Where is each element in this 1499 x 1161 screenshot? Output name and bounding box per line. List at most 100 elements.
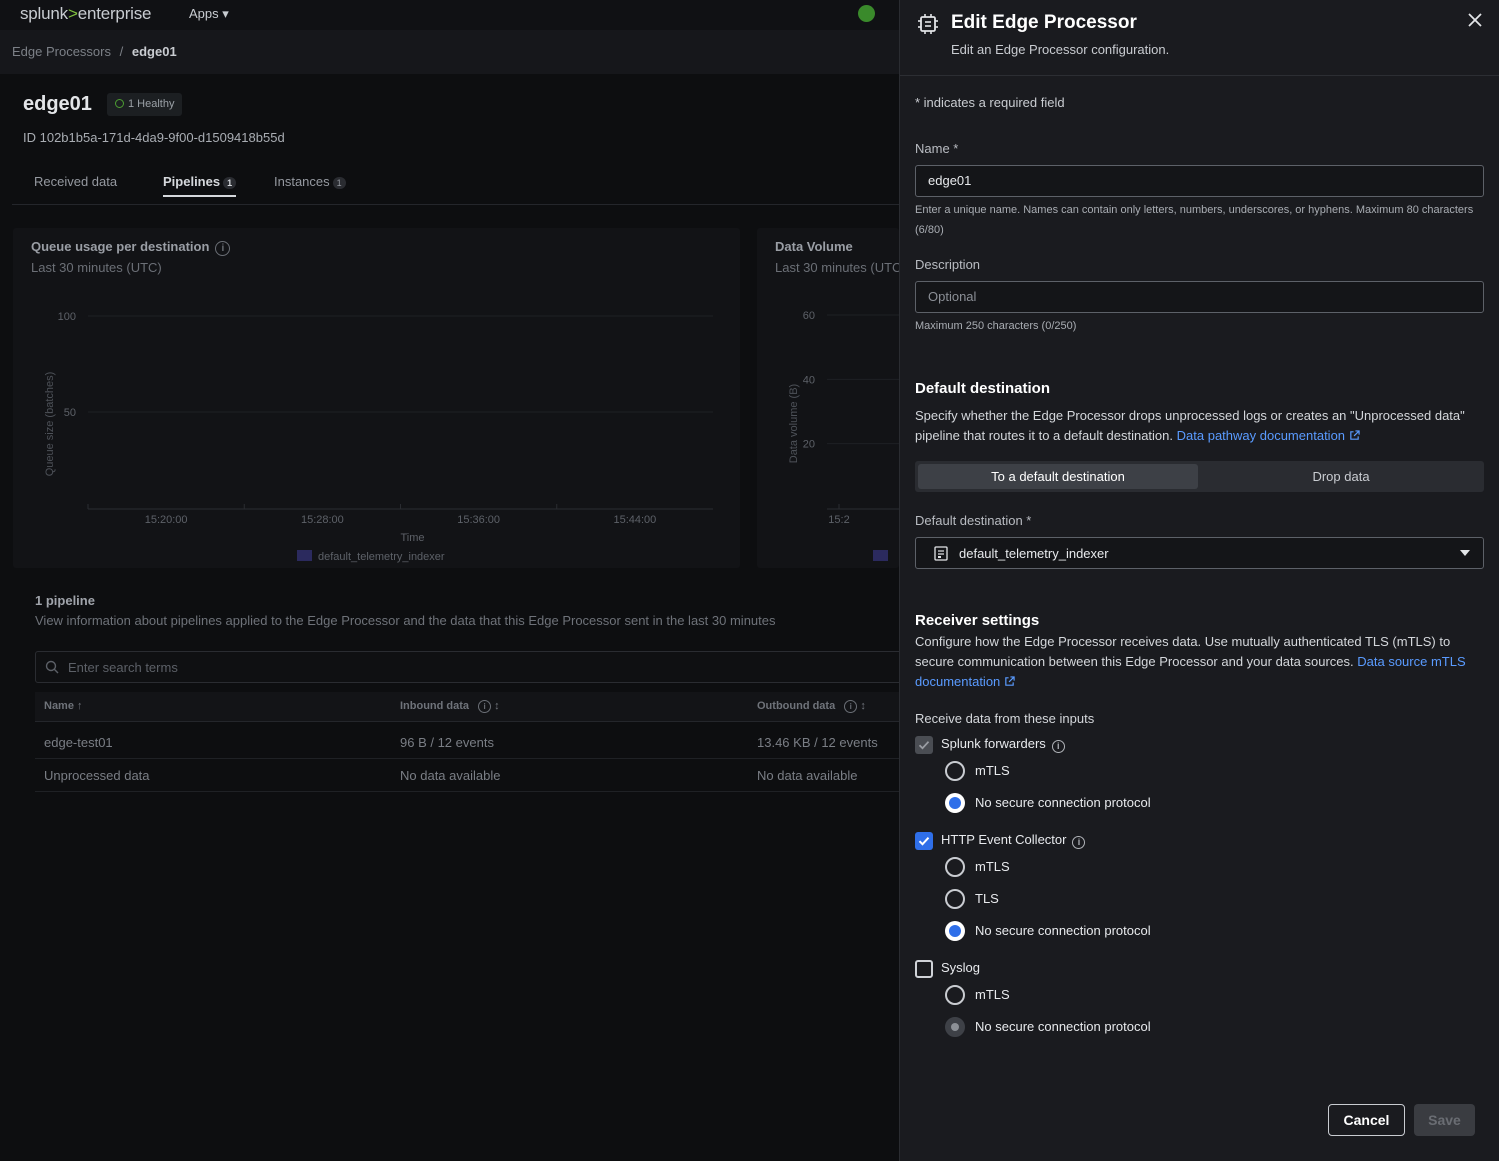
legend-swatch: [297, 550, 312, 561]
checkbox-checked: [915, 832, 933, 850]
y-tick-label: 60: [803, 310, 815, 322]
receive-inputs-label: Receive data from these inputs: [915, 711, 1095, 726]
y-tick-label: 100: [58, 311, 76, 323]
tab-pipelines[interactable]: Pipelines 1: [163, 174, 237, 197]
sort-icon[interactable]: ↕: [494, 700, 500, 712]
radio-label: No secure connection protocol: [975, 795, 1151, 810]
x-tick-label: 15:44:00: [613, 514, 656, 526]
breadcrumb: Edge Processors / edge01: [12, 44, 177, 59]
save-button[interactable]: Save: [1414, 1104, 1475, 1136]
checkbox-checked-disabled: [915, 736, 933, 754]
tab-count-badge: 1: [223, 177, 237, 189]
apps-menu[interactable]: Apps ▾: [189, 6, 229, 22]
radio-label: mTLS: [975, 987, 1010, 1002]
health-status-icon[interactable]: [858, 5, 875, 22]
x-tick-label: 15:36:00: [457, 514, 500, 526]
table-cell: 96 B / 12 events: [400, 735, 494, 750]
receiver-settings-title: Receiver settings: [915, 612, 1040, 629]
column-header-name[interactable]: Name ↑: [44, 700, 83, 712]
external-link-icon: [1005, 676, 1015, 686]
table-cell: 13.46 KB / 12 events: [757, 735, 878, 750]
info-icon[interactable]: i: [1072, 836, 1086, 849]
data-volume-panel: Data Volume Last 30 minutes (UTC) 60 40 20…: [757, 228, 906, 568]
chevron-down-icon: [1460, 550, 1470, 556]
info-icon[interactable]: i: [1051, 740, 1065, 753]
receiver-settings-description: Configure how the Edge Processor receive…: [915, 634, 1466, 689]
checkbox-unchecked: [915, 960, 933, 978]
required-field-note: * indicates a required field: [915, 95, 1065, 110]
tab-instances[interactable]: Instances 1: [274, 174, 346, 189]
check-circle-icon: [115, 99, 124, 108]
description-help-text: Maximum 250 characters (0/250): [915, 320, 1077, 332]
table-row[interactable]: edge-test01 96 B / 12 events 13.46 KB / …: [35, 726, 905, 759]
default-destination-label: Default destination *: [915, 513, 1032, 528]
external-link-icon: [1350, 430, 1360, 440]
name-field[interactable]: edge01: [915, 165, 1484, 197]
name-label: Name *: [915, 141, 959, 156]
radio-label: mTLS: [975, 859, 1010, 874]
page-title: edge01: [23, 93, 92, 115]
tab-count-badge: 1: [332, 177, 346, 189]
panel-title: Queue usage per destination i: [31, 239, 231, 256]
edit-edge-processor-drawer: Edit Edge Processor Edit an Edge Process…: [899, 0, 1499, 1161]
sort-icon[interactable]: ↕: [860, 700, 866, 712]
x-axis-label: Time: [400, 532, 424, 544]
table-cell: No data available: [400, 768, 501, 783]
info-icon[interactable]: i: [215, 241, 231, 256]
default-destination-select[interactable]: default_telemetry_indexer: [915, 537, 1484, 569]
info-icon[interactable]: i: [478, 700, 492, 713]
processor-id: ID 102b1b5a-171d-4da9-9f00-d1509418b55d: [23, 130, 285, 145]
close-icon[interactable]: [1466, 11, 1484, 29]
column-header-inbound[interactable]: Inbound data i ↕: [400, 700, 500, 713]
drop-data-option[interactable]: Drop data: [1201, 464, 1481, 489]
checkmark-icon: [918, 741, 930, 750]
name-help-text: Enter a unique name. Names can contain o…: [915, 204, 1474, 236]
default-destination-title: Default destination: [915, 380, 1051, 397]
splunk-forwarders-label: Splunk forwarders: [941, 736, 1046, 751]
drawer-header: Edit Edge Processor Edit an Edge Process…: [900, 0, 1499, 76]
pipelines-count-title: 1 pipeline: [35, 593, 95, 608]
queue-usage-chart: 100 50 15:20:00 15:28:00 15:36:00 15:44:00 Tim…: [44, 311, 713, 563]
pipeline-search-input[interactable]: Enter search terms: [35, 651, 905, 683]
pipelines-table-header: Name ↑ Inbound data i ↕ Outbound data i …: [35, 692, 905, 722]
default-destination-value: default_telemetry_indexer: [959, 546, 1109, 561]
pipelines-description: View information about pipelines applied…: [35, 613, 776, 628]
drawer-title: Edit Edge Processor: [951, 12, 1137, 33]
breadcrumb-separator: /: [119, 44, 124, 59]
legend-label: default_telemetry_indexer: [318, 551, 445, 563]
radio-label: No secure connection protocol: [975, 923, 1151, 938]
legend-swatch: [873, 550, 888, 561]
table-cell[interactable]: edge-test01: [44, 735, 113, 750]
description-field[interactable]: Optional: [915, 281, 1484, 313]
breadcrumb-current: edge01: [131, 44, 177, 59]
panel-title: Data Volume: [775, 239, 853, 254]
x-tick-label: 15:28:00: [301, 514, 344, 526]
x-tick-label: 15:2: [828, 514, 849, 526]
info-icon[interactable]: i: [844, 700, 858, 713]
data-volume-chart: 60 40 20 15:2 Data volume (B): [788, 310, 899, 561]
splunk-logo[interactable]: splunk>enterprise: [20, 4, 151, 24]
y-axis-label: Queue size (batches): [44, 372, 56, 477]
breadcrumb-parent[interactable]: Edge Processors: [12, 44, 111, 59]
y-tick-label: 20: [803, 439, 815, 451]
radio-label: No secure connection protocol: [975, 1019, 1151, 1034]
health-badge: 1 Healthy: [107, 93, 183, 116]
http-event-collector-label: HTTP Event Collector: [941, 832, 1067, 847]
caret-down-icon: ▾: [222, 6, 229, 21]
search-placeholder: Enter search terms: [68, 660, 178, 675]
syslog-label: Syslog: [941, 960, 981, 975]
table-cell[interactable]: Unprocessed data: [44, 768, 150, 783]
radio-label: mTLS: [975, 763, 1010, 778]
data-pathway-doc-link[interactable]: Data pathway documentation: [1177, 428, 1360, 443]
cancel-button[interactable]: Cancel: [1328, 1104, 1405, 1136]
to-default-destination-option[interactable]: To a default destination: [918, 464, 1198, 489]
description-label: Description: [915, 257, 981, 272]
column-header-outbound[interactable]: Outbound data i ↕: [757, 700, 866, 713]
y-axis-label: Data volume (B): [788, 384, 800, 463]
processor-chip-icon: [918, 14, 938, 34]
table-row[interactable]: Unprocessed data No data available No da…: [35, 759, 905, 792]
tab-received-data[interactable]: Received data: [34, 174, 117, 189]
y-tick-label: 40: [803, 374, 815, 386]
queue-usage-panel: Queue usage per destination i Last 30 min…: [13, 228, 740, 568]
x-tick-label: 15:20:00: [145, 514, 188, 526]
